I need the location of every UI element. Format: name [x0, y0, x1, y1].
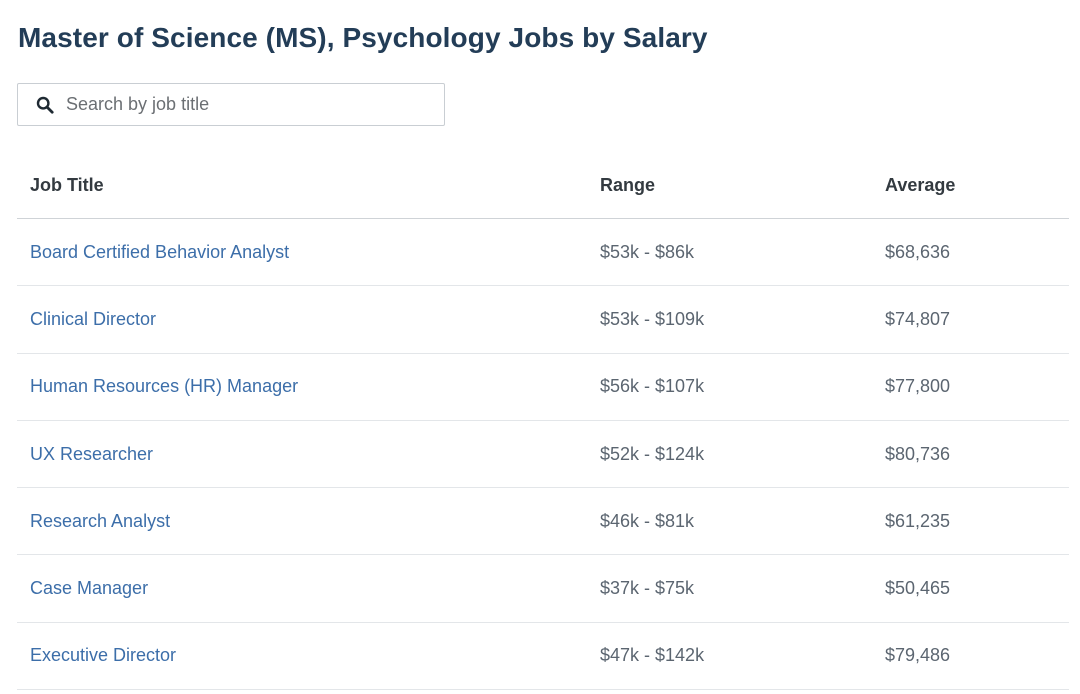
job-title-link[interactable]: UX Researcher [30, 444, 153, 465]
search-input[interactable] [66, 84, 436, 125]
job-title-link[interactable]: Board Certified Behavior Analyst [30, 242, 289, 263]
table-row: Board Certified Behavior Analyst $53k - … [17, 219, 1069, 287]
header-average[interactable]: Average [885, 152, 955, 218]
salary-average: $61,235 [885, 510, 951, 531]
salary-range: $47k - $142k [600, 645, 705, 666]
search-icon [36, 96, 54, 114]
salary-average: $50,465 [885, 578, 951, 599]
salary-range: $46k - $81k [600, 510, 695, 531]
job-title-link[interactable]: Human Resources (HR) Manager [30, 376, 298, 397]
job-title-link[interactable]: Clinical Director [30, 309, 156, 330]
salary-average: $77,800 [885, 376, 951, 397]
salary-range: $37k - $75k [600, 578, 695, 599]
table-row: Clinical Director $53k - $109k $74,807 [17, 286, 1069, 354]
search-box[interactable] [17, 83, 445, 126]
page-title: Master of Science (MS), Psychology Jobs … [18, 22, 708, 53]
salary-table: Job Title Range Average Board Certified … [17, 152, 1069, 691]
salary-range: $52k - $124k [600, 443, 705, 464]
salary-range: $56k - $107k [600, 376, 705, 397]
salary-average: $79,486 [885, 645, 951, 666]
table-row: Executive Director $47k - $142k $79,486 [17, 623, 1069, 691]
salary-average: $80,736 [885, 443, 951, 464]
table-row: Case Manager $37k - $75k $50,465 [17, 555, 1069, 623]
table-row: UX Researcher $52k - $124k $80,736 [17, 421, 1069, 489]
salary-average: $74,807 [885, 308, 951, 329]
table-header: Job Title Range Average [17, 152, 1069, 219]
table-row: Research Analyst $46k - $81k $61,235 [17, 488, 1069, 556]
header-job-title[interactable]: Job Title [30, 152, 104, 218]
salary-range: $53k - $86k [600, 241, 695, 262]
job-title-link[interactable]: Executive Director [30, 645, 176, 666]
job-title-link[interactable]: Case Manager [30, 578, 148, 599]
salary-average: $68,636 [885, 241, 951, 262]
salary-range: $53k - $109k [600, 308, 705, 329]
table-row: Human Resources (HR) Manager $56k - $107… [17, 354, 1069, 421]
header-range[interactable]: Range [600, 152, 655, 218]
job-title-link[interactable]: Research Analyst [30, 511, 170, 532]
